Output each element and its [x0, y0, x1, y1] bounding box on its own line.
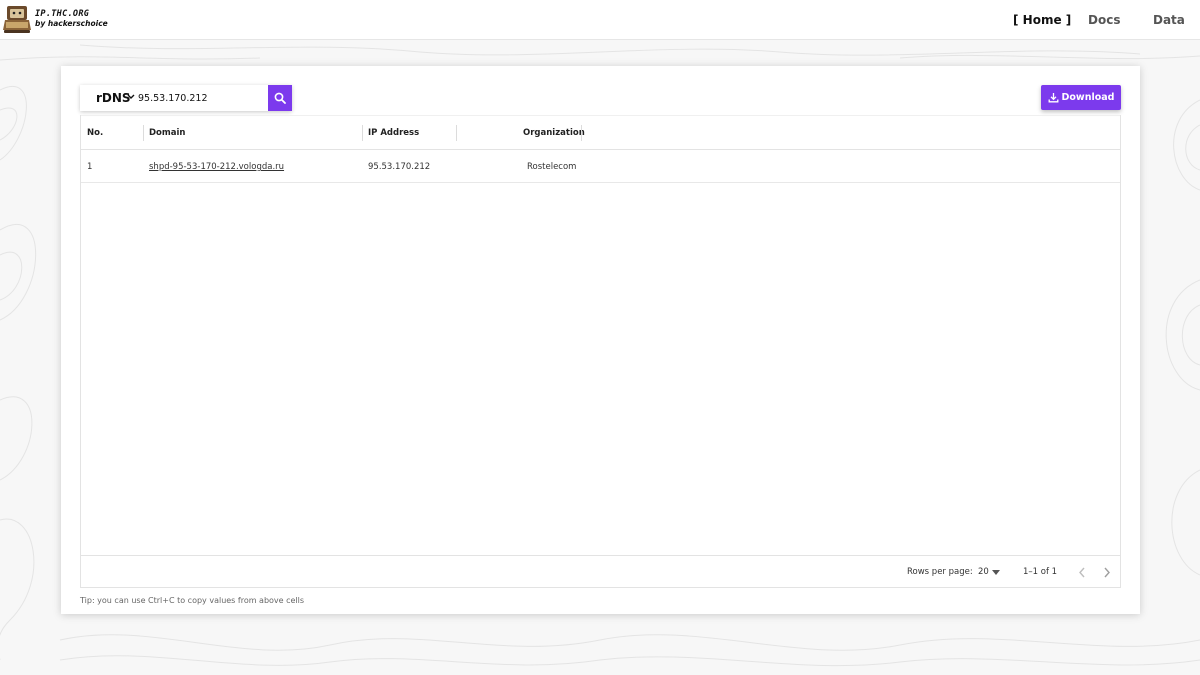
- column-separator[interactable]: [143, 125, 144, 141]
- chevron-left-icon[interactable]: [1078, 567, 1086, 578]
- download-button[interactable]: Download: [1041, 85, 1121, 110]
- column-header-no[interactable]: No.: [87, 128, 103, 138]
- column-separator[interactable]: [456, 125, 457, 141]
- column-separator[interactable]: [581, 125, 582, 141]
- chevron-down-icon[interactable]: [127, 94, 135, 100]
- search-mode-select[interactable]: rDNS: [96, 91, 131, 105]
- cell-ip-address[interactable]: 95.53.170.212: [368, 162, 430, 172]
- column-header-organization[interactable]: Organization: [523, 128, 585, 138]
- column-header-domain[interactable]: Domain: [149, 128, 185, 138]
- nav-home[interactable]: [ Home ]: [1013, 13, 1071, 27]
- table-row[interactable]: 1 shpd-95-53-170-212.vologda.ru 95.53.17…: [81, 150, 1120, 183]
- copy-tip: Tip: you can use Ctrl+C to copy values f…: [80, 596, 305, 605]
- top-header: IP.THC.ORG by hackerschoice [ Home ] Doc…: [0, 0, 1200, 40]
- search-icon: [274, 92, 286, 104]
- brand-name: IP.THC.ORG: [35, 9, 90, 19]
- pagination-range: 1–1 of 1: [1023, 567, 1058, 577]
- brand[interactable]: IP.THC.ORG by hackerschoice: [35, 9, 108, 29]
- brand-subtitle: by hackerschoice: [35, 19, 108, 28]
- cell-domain[interactable]: shpd-95-53-170-212.vologda.ru: [149, 162, 284, 172]
- results-card: rDNS Download No. Domain IP Address Orga…: [61, 66, 1140, 614]
- rows-per-page-label: Rows per page:: [907, 567, 973, 577]
- search-button[interactable]: [268, 85, 292, 111]
- table-header: No. Domain IP Address Organization: [81, 115, 1120, 150]
- nav-data[interactable]: Data: [1153, 13, 1185, 27]
- column-header-ip-address[interactable]: IP Address: [368, 128, 419, 138]
- download-label: Download: [1061, 92, 1115, 103]
- thc-logo-icon[interactable]: [2, 4, 32, 36]
- search-box: rDNS: [80, 85, 292, 111]
- cell-no[interactable]: 1: [87, 162, 92, 172]
- nav-docs[interactable]: Docs: [1088, 13, 1120, 27]
- search-input[interactable]: [138, 89, 264, 107]
- results-table: No. Domain IP Address Organization 1 shp…: [80, 115, 1121, 588]
- chevron-right-icon[interactable]: [1103, 567, 1111, 578]
- table-pagination: Rows per page: 20 1–1 of 1: [81, 555, 1120, 588]
- cell-organization[interactable]: Rostelecom: [527, 162, 576, 172]
- download-icon: [1048, 93, 1058, 103]
- column-separator[interactable]: [362, 125, 363, 141]
- caret-down-icon[interactable]: [992, 570, 1000, 575]
- rows-per-page-select[interactable]: 20: [978, 567, 989, 577]
